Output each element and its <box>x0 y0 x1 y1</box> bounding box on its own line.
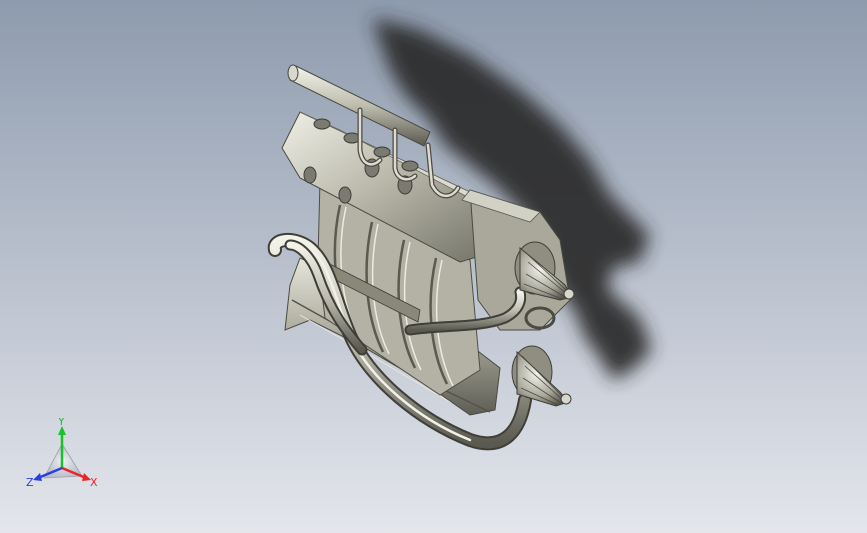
y-axis-label: Y <box>57 418 65 428</box>
x-axis-label: X <box>90 476 98 489</box>
coordinate-triad-icon: Y X Z <box>26 415 98 489</box>
graphics-viewport[interactable]: Y X Z <box>0 0 867 533</box>
z-axis-arrow <box>33 473 42 481</box>
z-axis-label: Z <box>26 476 34 489</box>
coordinate-triad[interactable]: Y X Z <box>24 415 104 494</box>
model-scene[interactable] <box>0 0 867 533</box>
